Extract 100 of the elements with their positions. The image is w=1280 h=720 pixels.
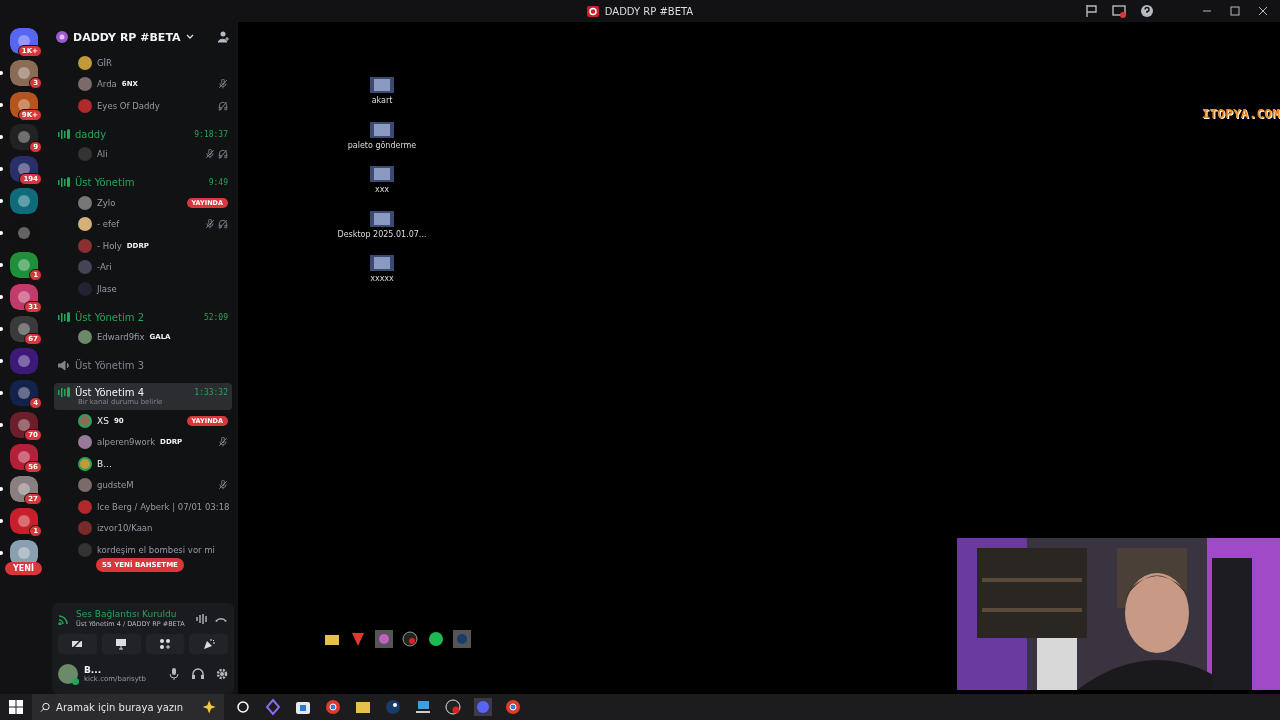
microphone-icon[interactable]: [168, 668, 180, 680]
activities-button[interactable]: [145, 634, 185, 654]
user-name[interactable]: Edward9fix: [97, 332, 145, 343]
server-icon[interactable]: [10, 508, 38, 534]
user-name[interactable]: Zylo: [97, 197, 116, 208]
user-name[interactable]: - efef: [97, 219, 120, 230]
sponsor-logo: ITOPYA.COM: [1201, 106, 1280, 121]
close-icon[interactable]: [1256, 4, 1270, 18]
video-file-icon[interactable]: [370, 121, 394, 138]
screen-share-button[interactable]: [101, 634, 141, 654]
server-icon[interactable]: [10, 28, 38, 54]
speaker-icon: [58, 360, 70, 371]
server-icon[interactable]: [10, 124, 38, 150]
record-icon[interactable]: [401, 630, 419, 648]
server-icon[interactable]: [10, 156, 38, 182]
user-avatar: [78, 281, 92, 296]
user-avatar: [78, 330, 92, 345]
user-name[interactable]: Ali: [97, 149, 108, 160]
browser-icon[interactable]: [504, 698, 522, 716]
user-avatar: [78, 238, 92, 253]
game-app-icon[interactable]: [384, 698, 402, 716]
file-label: Desktop 2025.01.07...: [337, 229, 427, 240]
user-name: B...: [84, 665, 103, 675]
user-name[interactable]: Ice Berg / Ayberk | 07/01 03:18: [97, 501, 230, 512]
search-icon[interactable]: [40, 701, 51, 713]
server-icon[interactable]: [10, 316, 38, 342]
user-avatar: [78, 260, 92, 275]
chevron-icon[interactable]: [185, 34, 194, 40]
laptop-icon[interactable]: [414, 698, 432, 716]
activities-icon: [158, 638, 171, 650]
user-avatar: [78, 499, 92, 514]
screen-share-icon: [115, 638, 128, 650]
user-avatar: [78, 217, 92, 232]
settings-icon[interactable]: [216, 668, 228, 680]
server-icon[interactable]: [10, 284, 38, 310]
voice-channel[interactable]: Üst Yönetim 3: [54, 356, 232, 375]
server-icon[interactable]: [10, 188, 38, 214]
inbox-icon[interactable]: [1084, 4, 1098, 18]
user-name[interactable]: Eyes Of Daddy: [97, 100, 160, 111]
user-name[interactable]: Jlase: [97, 283, 117, 294]
server-icon[interactable]: [10, 252, 38, 278]
file-label: akart: [371, 96, 393, 106]
soundboard-button[interactable]: [189, 634, 228, 654]
user-avatar: [78, 435, 92, 450]
chat-app-icon[interactable]: [474, 698, 492, 716]
shield-icon[interactable]: [349, 630, 367, 648]
user-avatar: [78, 478, 92, 493]
user-name[interactable]: alperen9work: [97, 437, 156, 448]
server-boost-icon: [56, 31, 68, 43]
file-label: paleto gönderme: [347, 140, 417, 151]
screen-record-icon[interactable]: [1112, 4, 1126, 18]
voice-channel[interactable]: Üst Yönetim 2 52:09: [54, 307, 232, 327]
user-name[interactable]: izvor10/Kaan: [97, 523, 153, 534]
server-name[interactable]: DADDY RP #BETA: [73, 30, 181, 44]
server-icon[interactable]: [10, 444, 38, 470]
server-icon[interactable]: [10, 92, 38, 118]
server-icon[interactable]: [10, 412, 38, 438]
user-name[interactable]: GİR: [97, 57, 112, 68]
search-field[interactable]: Aramak için buraya yazın: [56, 701, 194, 713]
user-name[interactable]: -Ari: [97, 262, 112, 273]
help-icon[interactable]: [1140, 4, 1154, 18]
connection-status: Ses Bağlantısı Kuruldu: [76, 609, 178, 619]
user-avatar: [78, 98, 92, 113]
voice-channel[interactable]: daddy 9:18:37: [54, 124, 232, 144]
user-name[interactable]: - Holy: [97, 240, 122, 251]
search-box[interactable]: Aramak için buraya yazın: [32, 694, 224, 720]
file-label: xxx: [374, 185, 390, 195]
camera-off-icon: [71, 638, 84, 650]
voice-activity-icon: [58, 387, 70, 398]
server-icon[interactable]: [10, 476, 38, 502]
video-file-icon[interactable]: [370, 255, 394, 272]
signal-icon[interactable]: [58, 612, 70, 625]
app-icon[interactable]: [264, 698, 282, 716]
video-file-icon[interactable]: [370, 210, 394, 227]
noise-suppression-icon[interactable]: [196, 612, 208, 625]
voice-activity-icon: [58, 311, 70, 323]
start-icon[interactable]: [9, 700, 23, 714]
server-logo-icon: [586, 5, 599, 17]
user-avatar: [78, 521, 92, 536]
video-file-icon[interactable]: [370, 77, 394, 93]
circle-icon[interactable]: [234, 698, 252, 716]
browser-icon[interactable]: [324, 698, 342, 716]
new-button[interactable]: YENİ: [5, 562, 42, 575]
maximize-icon[interactable]: [1228, 4, 1242, 18]
file-label: xxxxx: [370, 274, 394, 284]
camera-button[interactable]: [58, 634, 97, 654]
user-name[interactable]: Arda: [97, 79, 117, 90]
video-file-icon[interactable]: [370, 166, 394, 183]
voice-channel[interactable]: Üst Yönetim 9:49: [54, 173, 232, 192]
voice-activity-icon: [58, 177, 70, 188]
user-name[interactable]: kordeşim el bombesi vor mi: [97, 544, 215, 555]
user-avatar[interactable]: [58, 664, 78, 684]
headphones-icon[interactable]: [192, 668, 204, 680]
add-member-icon[interactable]: [218, 31, 230, 43]
user-name[interactable]: gudsteM: [97, 480, 134, 491]
user-name[interactable]: B...: [97, 458, 112, 469]
soundboard-icon: [202, 638, 215, 650]
server-icon[interactable]: [10, 60, 38, 86]
user-name[interactable]: XS: [97, 415, 109, 426]
music-app-icon[interactable]: [427, 630, 445, 648]
